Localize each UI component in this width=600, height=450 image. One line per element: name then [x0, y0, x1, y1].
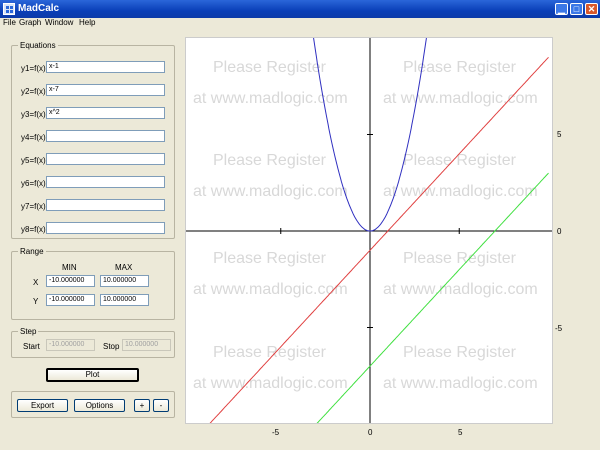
x-tick-label: 0	[368, 428, 373, 437]
x-tick-label: -5	[272, 428, 280, 437]
eq-label-y2: y2=f(x)	[21, 87, 46, 96]
menu-bar: File Graph Window Help	[0, 18, 600, 29]
x-tick-label: 5	[458, 428, 463, 437]
app-icon	[3, 3, 15, 15]
range-min-header: MIN	[62, 263, 77, 272]
eq-input-y1[interactable]: x-1	[46, 61, 165, 73]
eq-label-y1: y1=f(x)	[21, 64, 46, 73]
plot-button[interactable]: Plot	[46, 368, 139, 382]
eq-input-y2[interactable]: x-7	[46, 84, 165, 96]
app-window: MadCalc ▁ □ ✕ File Graph Window Help Equ…	[0, 0, 600, 450]
eq-input-y3[interactable]: x^2	[46, 107, 165, 119]
title-bar[interactable]: MadCalc ▁ □ ✕	[0, 0, 600, 18]
options-button[interactable]: Options	[74, 399, 125, 412]
step-stop-label: Stop	[103, 342, 120, 351]
y-min-input[interactable]: -10.000000	[46, 294, 95, 306]
step-start-label: Start	[23, 342, 40, 351]
equations-title: Equations	[20, 41, 56, 50]
eq-input-y7[interactable]	[46, 199, 165, 211]
step-start-input[interactable]: -10.000000	[46, 339, 95, 351]
eq-input-y5[interactable]	[46, 153, 165, 165]
step-title: Step	[20, 327, 37, 336]
window-title: MadCalc	[18, 3, 60, 14]
minimize-button[interactable]: ▁	[555, 3, 568, 15]
close-button[interactable]: ✕	[585, 3, 598, 15]
step-stop-input[interactable]: 10.000000	[122, 339, 171, 351]
x-min-input[interactable]: -10.000000	[46, 275, 95, 287]
eq-label-y8: y8=f(x)	[21, 225, 46, 234]
export-button[interactable]: Export	[17, 399, 68, 412]
eq-label-y6: y6=f(x)	[21, 179, 46, 188]
y-max-input[interactable]: 10.000000	[100, 294, 149, 306]
menu-help[interactable]: Help	[79, 18, 95, 27]
y-tick-label: -5	[555, 324, 563, 333]
eq-label-y4: y4=f(x)	[21, 133, 46, 142]
eq-input-y4[interactable]	[46, 130, 165, 142]
curve-y2	[316, 172, 549, 423]
plot-area	[186, 38, 552, 423]
range-y-label: Y	[33, 297, 39, 306]
range-max-header: MAX	[115, 263, 133, 272]
zoom-out-button[interactable]: -	[153, 399, 169, 412]
range-x-label: X	[33, 278, 39, 287]
menu-window[interactable]: Window	[45, 18, 73, 27]
menu-file[interactable]: File	[3, 18, 16, 27]
eq-label-y3: y3=f(x)	[21, 110, 46, 119]
menu-graph[interactable]: Graph	[19, 18, 41, 27]
eq-label-y5: y5=f(x)	[21, 156, 46, 165]
maximize-button[interactable]: □	[570, 3, 583, 15]
eq-label-y7: y7=f(x)	[21, 202, 46, 211]
y-tick-label: 0	[557, 227, 562, 236]
zoom-in-button[interactable]: +	[134, 399, 150, 412]
eq-input-y6[interactable]	[46, 176, 165, 188]
range-title: Range	[20, 247, 44, 256]
eq-input-y8[interactable]	[46, 222, 165, 234]
x-max-input[interactable]: 10.000000	[100, 275, 149, 287]
left-panel: Equations y1=f(x) x-1 y2=f(x) x-7 y3=f(x…	[0, 29, 182, 450]
y-tick-label: 5	[557, 130, 562, 139]
graph-canvas[interactable]: Please Register at www.madlogic.com Plea…	[185, 37, 562, 437]
